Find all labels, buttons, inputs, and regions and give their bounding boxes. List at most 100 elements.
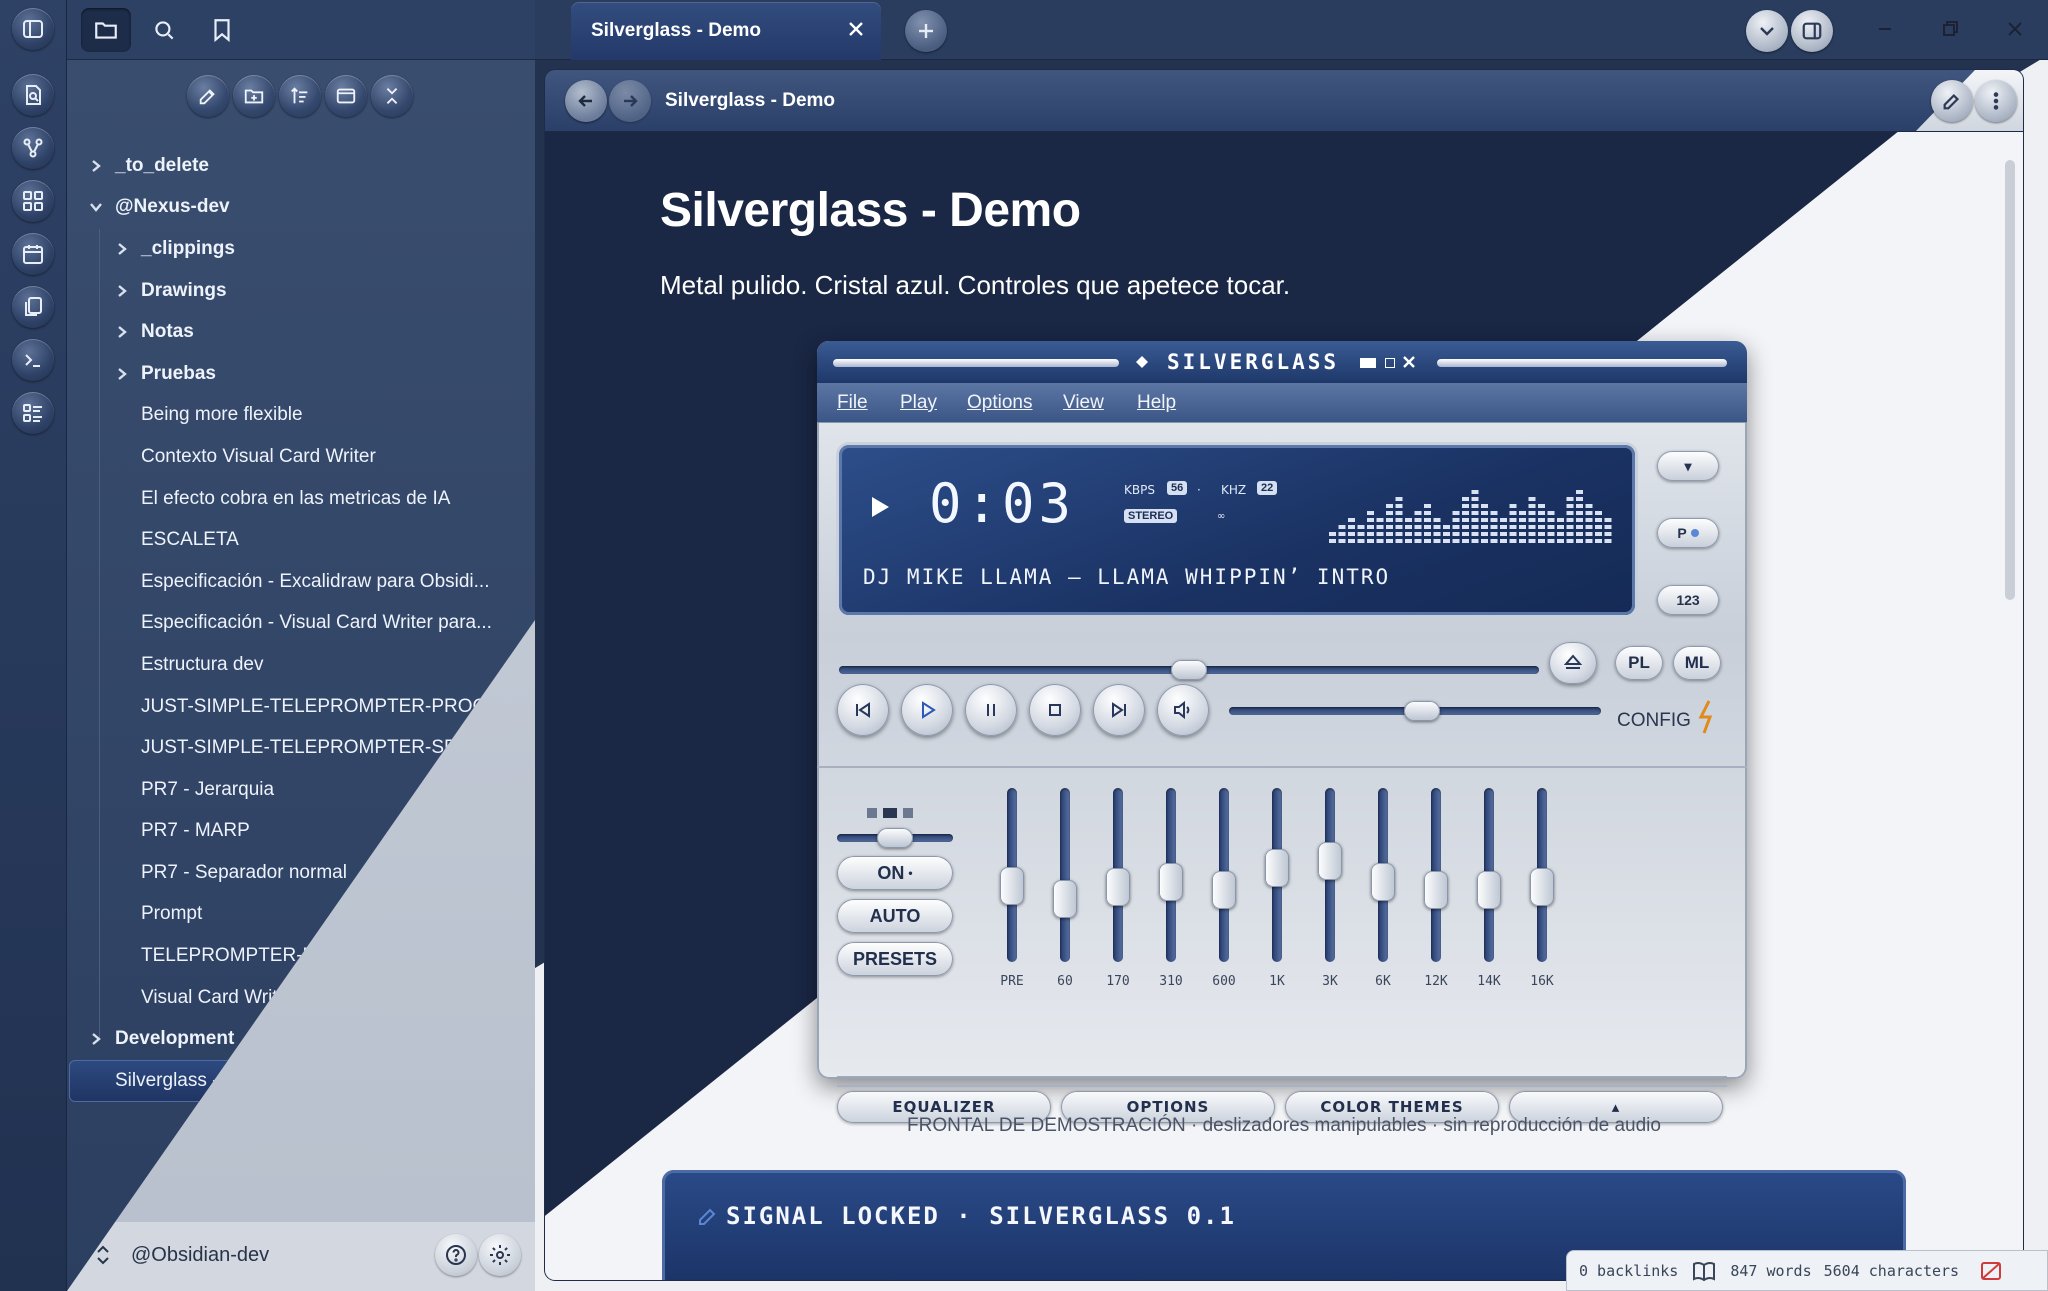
settings-gear-icon[interactable] <box>479 1234 521 1276</box>
pause-icon[interactable] <box>965 684 1017 736</box>
eq-band-knob[interactable] <box>1318 842 1342 881</box>
menu-play[interactable]: Play <box>900 392 937 414</box>
time-display[interactable]: 0:03 <box>929 472 1075 535</box>
eq-mode-c[interactable] <box>903 808 913 818</box>
eq-band-track[interactable] <box>1060 788 1070 962</box>
volume-knob[interactable] <box>1404 701 1441 721</box>
right-sidebar-toggle-icon[interactable] <box>1791 10 1833 52</box>
eq-band-knob[interactable] <box>1000 866 1024 905</box>
new-tab-icon[interactable] <box>905 10 947 52</box>
chevron-right-icon[interactable] <box>89 159 103 173</box>
templates-icon[interactable] <box>12 286 54 328</box>
eq-band-knob[interactable] <box>1106 868 1130 907</box>
collapse-all-icon[interactable] <box>371 75 413 117</box>
tree-file[interactable]: ESCALETA <box>67 519 535 561</box>
sidebar-toggle-icon[interactable] <box>12 8 54 50</box>
p-button[interactable]: P <box>1657 518 1719 548</box>
terminal-icon[interactable] <box>12 339 54 381</box>
help-icon[interactable] <box>435 1234 477 1276</box>
chevron-right-icon[interactable] <box>115 284 129 298</box>
reading-view-icon[interactable] <box>1692 1260 1716 1282</box>
forward-arrow-icon[interactable] <box>609 80 651 122</box>
backlinks-count[interactable]: 0 backlinks <box>1579 1262 1678 1280</box>
player-close-icon[interactable] <box>1402 355 1416 369</box>
tab-files[interactable] <box>81 8 131 52</box>
tree-folder[interactable]: _to_delete <box>67 145 535 187</box>
lightning-icon[interactable] <box>1695 699 1717 735</box>
tree-folder[interactable]: _clippings <box>67 228 535 270</box>
chevron-right-icon[interactable] <box>115 325 129 339</box>
menu-help[interactable]: Help <box>1137 392 1176 414</box>
config-label[interactable]: CONFIG <box>1617 710 1691 732</box>
balance-knob[interactable] <box>877 828 913 848</box>
play-icon[interactable] <box>901 684 953 736</box>
tree-file[interactable]: Especificación - Visual Card Writer para… <box>67 603 535 645</box>
tab-search[interactable] <box>139 8 189 52</box>
chevron-down-icon[interactable] <box>89 200 103 214</box>
previous-track-icon[interactable] <box>837 684 889 736</box>
canvas-icon[interactable] <box>12 180 54 222</box>
tab-active[interactable]: Silverglass - Demo <box>571 2 881 60</box>
tab-list-chevron-icon[interactable] <box>1746 10 1788 52</box>
menu-view[interactable]: View <box>1063 392 1104 414</box>
eq-band-knob[interactable] <box>1530 868 1554 907</box>
tree-file[interactable]: El efecto cobra en las metricas de IA <box>67 478 535 520</box>
eject-icon[interactable] <box>1549 642 1597 684</box>
tab-close-icon[interactable] <box>845 18 867 40</box>
eq-band-knob[interactable] <box>1477 870 1501 909</box>
back-arrow-icon[interactable] <box>565 80 607 122</box>
volume-icon[interactable] <box>1157 684 1209 736</box>
tree-folder[interactable]: Notas <box>67 311 535 353</box>
media-library-button[interactable]: ML <box>1673 646 1721 680</box>
shade-icon[interactable] <box>1360 358 1376 368</box>
tree-folder[interactable]: Drawings <box>67 270 535 312</box>
playlist-button[interactable]: PL <box>1615 646 1663 680</box>
eq-band-knob[interactable] <box>1424 870 1448 909</box>
eq-band-knob[interactable] <box>1053 880 1077 919</box>
eq-on-button[interactable]: ON • <box>837 856 953 890</box>
auto-reveal-icon[interactable] <box>325 75 367 117</box>
eq-mode-a[interactable] <box>867 808 877 818</box>
tree-folder[interactable]: Pruebas <box>67 353 535 395</box>
chevron-right-icon[interactable] <box>115 367 129 381</box>
sort-order-icon[interactable] <box>279 75 321 117</box>
quick-switcher-icon[interactable] <box>12 74 54 116</box>
tree-file[interactable]: Being more flexible <box>67 395 535 437</box>
chevron-right-icon[interactable] <box>115 242 129 256</box>
tree-file[interactable]: Contexto Visual Card Writer <box>67 436 535 478</box>
tree-folder[interactable]: @Nexus-dev <box>67 187 535 229</box>
graph-view-icon[interactable] <box>12 127 54 169</box>
close-window-icon[interactable] <box>2004 18 2026 40</box>
restore-icon[interactable] <box>1939 18 1961 40</box>
chevron-right-icon[interactable] <box>89 1032 103 1046</box>
list-icon[interactable] <box>12 392 54 434</box>
eq-band-knob[interactable] <box>1159 862 1183 901</box>
menu-options[interactable]: Options <box>967 392 1032 414</box>
seek-knob[interactable] <box>1171 660 1207 680</box>
eq-band-knob[interactable] <box>1265 849 1289 888</box>
more-options-icon[interactable] <box>1975 80 2017 122</box>
scrollbar[interactable] <box>2005 160 2015 600</box>
eq-presets-button[interactable]: PRESETS <box>837 942 953 976</box>
maximize-icon[interactable] <box>1385 358 1395 368</box>
tab-bookmarks[interactable] <box>197 8 247 52</box>
next-track-icon[interactable] <box>1093 684 1145 736</box>
tree-file[interactable]: Estructura dev <box>67 644 535 686</box>
player-titlebar[interactable]: SILVERGLASS <box>817 341 1747 383</box>
minimize-icon[interactable] <box>1874 18 1896 40</box>
eq-band-knob[interactable] <box>1371 862 1395 901</box>
counter-button[interactable]: 123 <box>1657 585 1719 615</box>
dropdown-button[interactable]: ▾ <box>1657 451 1719 481</box>
edit-mode-icon[interactable] <box>1931 80 1973 122</box>
new-folder-icon[interactable] <box>233 75 275 117</box>
menu-file[interactable]: File <box>837 392 868 414</box>
eq-auto-button[interactable]: AUTO <box>837 899 953 933</box>
sync-off-icon[interactable] <box>1979 1260 2003 1282</box>
daily-notes-icon[interactable] <box>12 233 54 275</box>
eq-band-knob[interactable] <box>1212 870 1236 909</box>
tree-file[interactable]: Especificación - Excalidraw para Obsidi.… <box>67 561 535 603</box>
vault-name[interactable]: @Obsidian-dev <box>131 1244 269 1267</box>
new-note-icon[interactable] <box>187 75 229 117</box>
stop-icon[interactable] <box>1029 684 1081 736</box>
eq-mode-b[interactable] <box>883 808 897 818</box>
